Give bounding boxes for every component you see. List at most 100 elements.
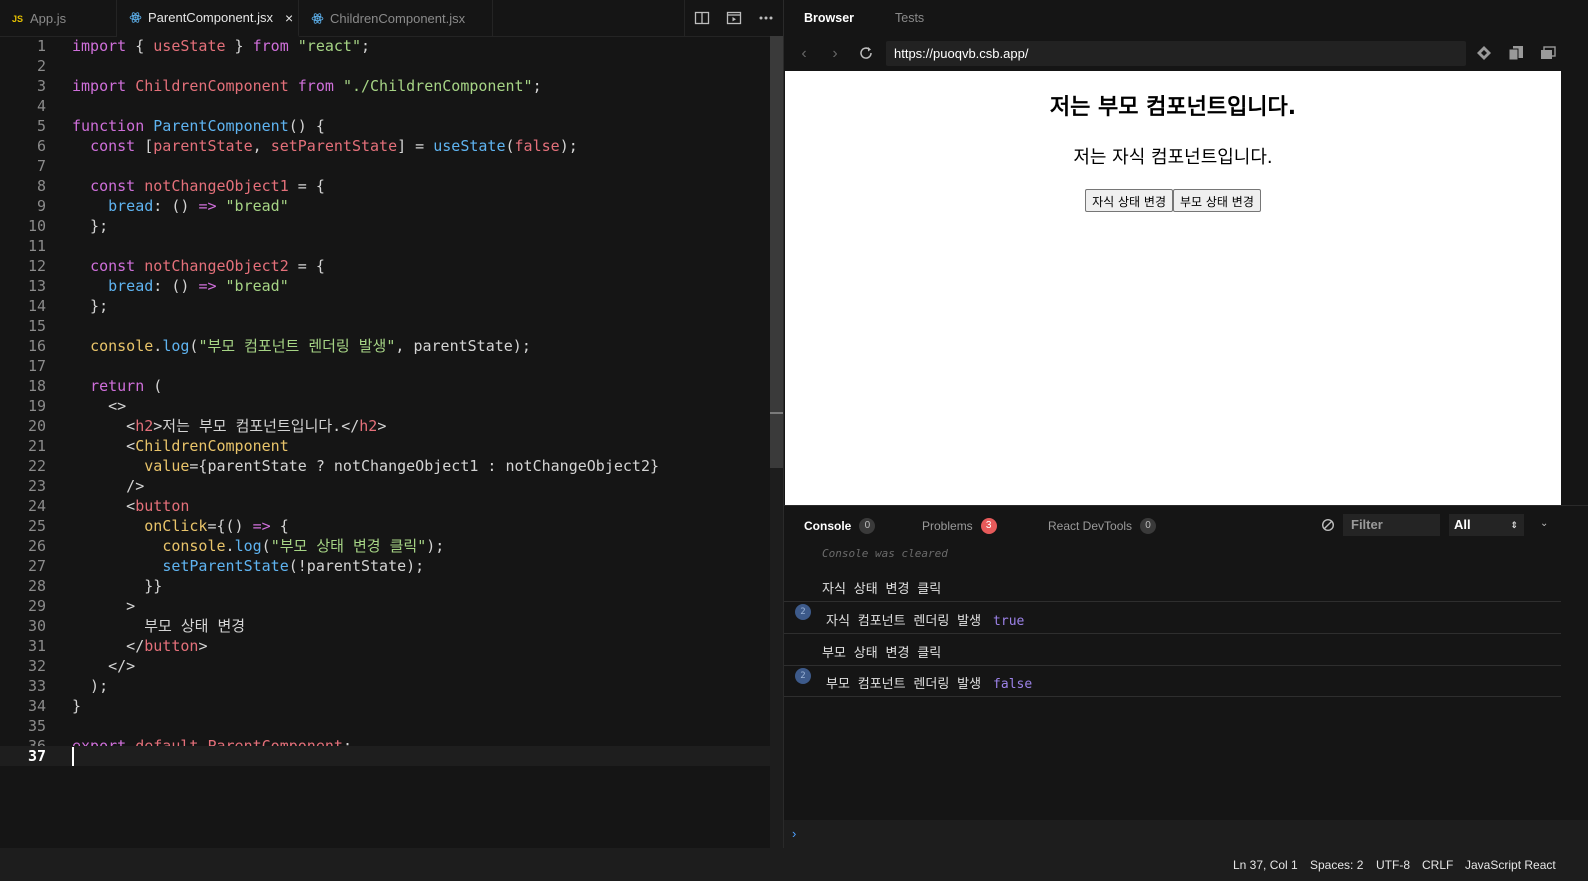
tab-parent-component[interactable]: ParentComponent.jsx × bbox=[117, 0, 299, 37]
line-number: 3 bbox=[36, 77, 46, 95]
line-number: 14 bbox=[27, 297, 46, 315]
text-cursor bbox=[72, 746, 74, 766]
split-editor-icon[interactable] bbox=[693, 10, 711, 28]
code-line: <button bbox=[72, 497, 190, 515]
refresh-icon[interactable] bbox=[858, 45, 876, 63]
tab-react-devtools[interactable]: React DevTools 0 bbox=[1048, 518, 1157, 534]
console-input[interactable]: › bbox=[784, 820, 1588, 849]
code-line: bread: () => "bread" bbox=[108, 277, 289, 295]
line-number: 28 bbox=[27, 577, 46, 595]
code-editor[interactable]: JS App.js ParentComponent.jsx × Children… bbox=[0, 0, 783, 848]
tab-console[interactable]: Console 0 bbox=[804, 518, 876, 534]
parent-state-button[interactable]: 부모 상태 변경 bbox=[1173, 189, 1261, 212]
back-icon[interactable]: ‹ bbox=[795, 45, 813, 63]
line-number: 12 bbox=[27, 257, 46, 275]
code-line: } bbox=[72, 697, 82, 715]
code-line: /> bbox=[72, 477, 145, 495]
repeat-count-badge: 2 bbox=[795, 668, 811, 684]
code-line: const notChangeObject1 = { bbox=[90, 177, 325, 195]
button-row: 자식 상태 변경 부모 상태 변경 bbox=[785, 189, 1561, 212]
encoding[interactable]: UTF-8 bbox=[1376, 858, 1410, 872]
line-number: 13 bbox=[27, 277, 46, 295]
code-line: }} bbox=[72, 577, 163, 595]
expand-preview-icon[interactable] bbox=[1540, 45, 1558, 63]
line-number: 22 bbox=[27, 457, 46, 475]
cursor-position[interactable]: Ln 37, Col 1 bbox=[1233, 858, 1298, 872]
filter-input[interactable]: Filter bbox=[1343, 514, 1440, 536]
code-line: </button> bbox=[72, 637, 208, 655]
code-area[interactable]: 1 import { useState } from "react"; 2 3 im… bbox=[0, 36, 783, 848]
log-text: 자식 컴포넌트 렌더링 발생 bbox=[826, 614, 982, 629]
scrollbar-thumb[interactable] bbox=[770, 36, 783, 468]
line-number: 16 bbox=[27, 337, 46, 355]
tab-label: ParentComponent.jsx bbox=[148, 10, 274, 25]
tab-problems[interactable]: Problems 3 bbox=[922, 518, 997, 534]
code-line: console.log("부모 컴포넌트 렌더링 발생", parentStat… bbox=[90, 337, 531, 355]
line-number: 25 bbox=[27, 517, 46, 535]
page-heading: 저는 부모 컴포넌트입니다. bbox=[1049, 95, 1297, 120]
tab-label: React DevTools bbox=[1048, 519, 1133, 533]
line-number: 34 bbox=[27, 697, 46, 715]
code-line: 부모 상태 변경 bbox=[72, 617, 246, 635]
console-cleared-message: Console was cleared bbox=[822, 547, 948, 560]
line-number: 27 bbox=[27, 557, 46, 575]
status-bar: Ln 37, Col 1 Spaces: 2 UTF-8 CRLF JavaSc… bbox=[0, 848, 1588, 881]
viewport-scrollbar[interactable] bbox=[1561, 71, 1588, 505]
language-mode[interactable]: JavaScript React bbox=[1465, 858, 1556, 872]
code-line: setParentState(!parentState); bbox=[162, 557, 425, 575]
console-entry: 2 부모 컴포넌트 렌더링 발생 false bbox=[784, 666, 1561, 697]
line-ending[interactable]: CRLF bbox=[1422, 858, 1453, 872]
line-number: 6 bbox=[36, 137, 46, 155]
line-number: 26 bbox=[27, 537, 46, 555]
count-badge: 0 bbox=[859, 518, 876, 534]
line-number: 17 bbox=[27, 357, 46, 375]
line-number: 19 bbox=[27, 397, 46, 415]
line-number: 21 bbox=[27, 437, 46, 455]
line-number: 7 bbox=[36, 157, 46, 175]
clear-console-icon[interactable] bbox=[1321, 518, 1335, 532]
line-number: 4 bbox=[36, 97, 46, 115]
repeat-count-badge: 2 bbox=[795, 604, 811, 620]
line-number: 32 bbox=[27, 657, 46, 675]
line-number: 9 bbox=[36, 197, 46, 215]
log-level-select[interactable]: All ⇕ bbox=[1449, 514, 1524, 536]
devtools-icon[interactable] bbox=[1476, 45, 1494, 63]
prompt-chevron-icon: › bbox=[792, 826, 797, 841]
code-line: const [parentState, setParentState] = us… bbox=[90, 137, 578, 155]
log-text: 부모 상태 변경 클릭 bbox=[822, 646, 942, 661]
more-options-icon[interactable] bbox=[757, 10, 775, 28]
url-input[interactable]: https://puoqvb.csb.app/ bbox=[886, 41, 1466, 66]
react-icon bbox=[129, 12, 142, 23]
page-subheading: 저는 자식 컴포넌트입니다. bbox=[1073, 147, 1273, 168]
preview-icon[interactable] bbox=[725, 10, 743, 28]
line-number: 11 bbox=[27, 237, 46, 255]
open-new-window-icon[interactable] bbox=[1508, 45, 1526, 63]
child-state-button[interactable]: 자식 상태 변경 bbox=[1085, 189, 1173, 212]
log-value: false bbox=[993, 677, 1033, 692]
code-line: }; bbox=[72, 297, 109, 315]
tab-tests[interactable]: Tests bbox=[895, 11, 924, 25]
tab-children-component[interactable]: ChildrenComponent.jsx bbox=[299, 0, 493, 37]
browser-tabs: Browser Tests bbox=[784, 0, 1588, 36]
preview-viewport: 저는 부모 컴포넌트입니다. 저는 자식 컴포넌트입니다. 자식 상태 변경 부… bbox=[785, 71, 1561, 505]
tab-app-js[interactable]: JS App.js bbox=[0, 0, 117, 37]
chevron-down-icon[interactable]: ⌄ bbox=[1540, 518, 1548, 529]
log-line: 자식 컴포넌트 렌더링 발생 true bbox=[826, 610, 1024, 629]
close-icon[interactable]: × bbox=[285, 10, 293, 26]
scrollbar-marker bbox=[770, 412, 783, 414]
line-number: 29 bbox=[27, 597, 46, 615]
line-number: 30 bbox=[27, 617, 46, 635]
js-file-icon: JS bbox=[12, 13, 24, 24]
tab-label: ChildrenComponent.jsx bbox=[330, 11, 466, 26]
browser-navbar: ‹ › https://puoqvb.csb.app/ bbox=[784, 36, 1588, 71]
line-number: 1 bbox=[36, 37, 46, 55]
line-number: 23 bbox=[27, 477, 46, 495]
forward-icon[interactable]: › bbox=[826, 45, 844, 63]
line-number: 37 bbox=[27, 747, 46, 765]
editor-scrollbar[interactable] bbox=[770, 36, 783, 848]
code-line: <ChildrenComponent bbox=[72, 437, 289, 455]
line-number: 20 bbox=[27, 417, 46, 435]
code-line: const notChangeObject2 = { bbox=[90, 257, 325, 275]
tab-browser[interactable]: Browser bbox=[804, 11, 854, 25]
indentation-setting[interactable]: Spaces: 2 bbox=[1310, 858, 1363, 872]
